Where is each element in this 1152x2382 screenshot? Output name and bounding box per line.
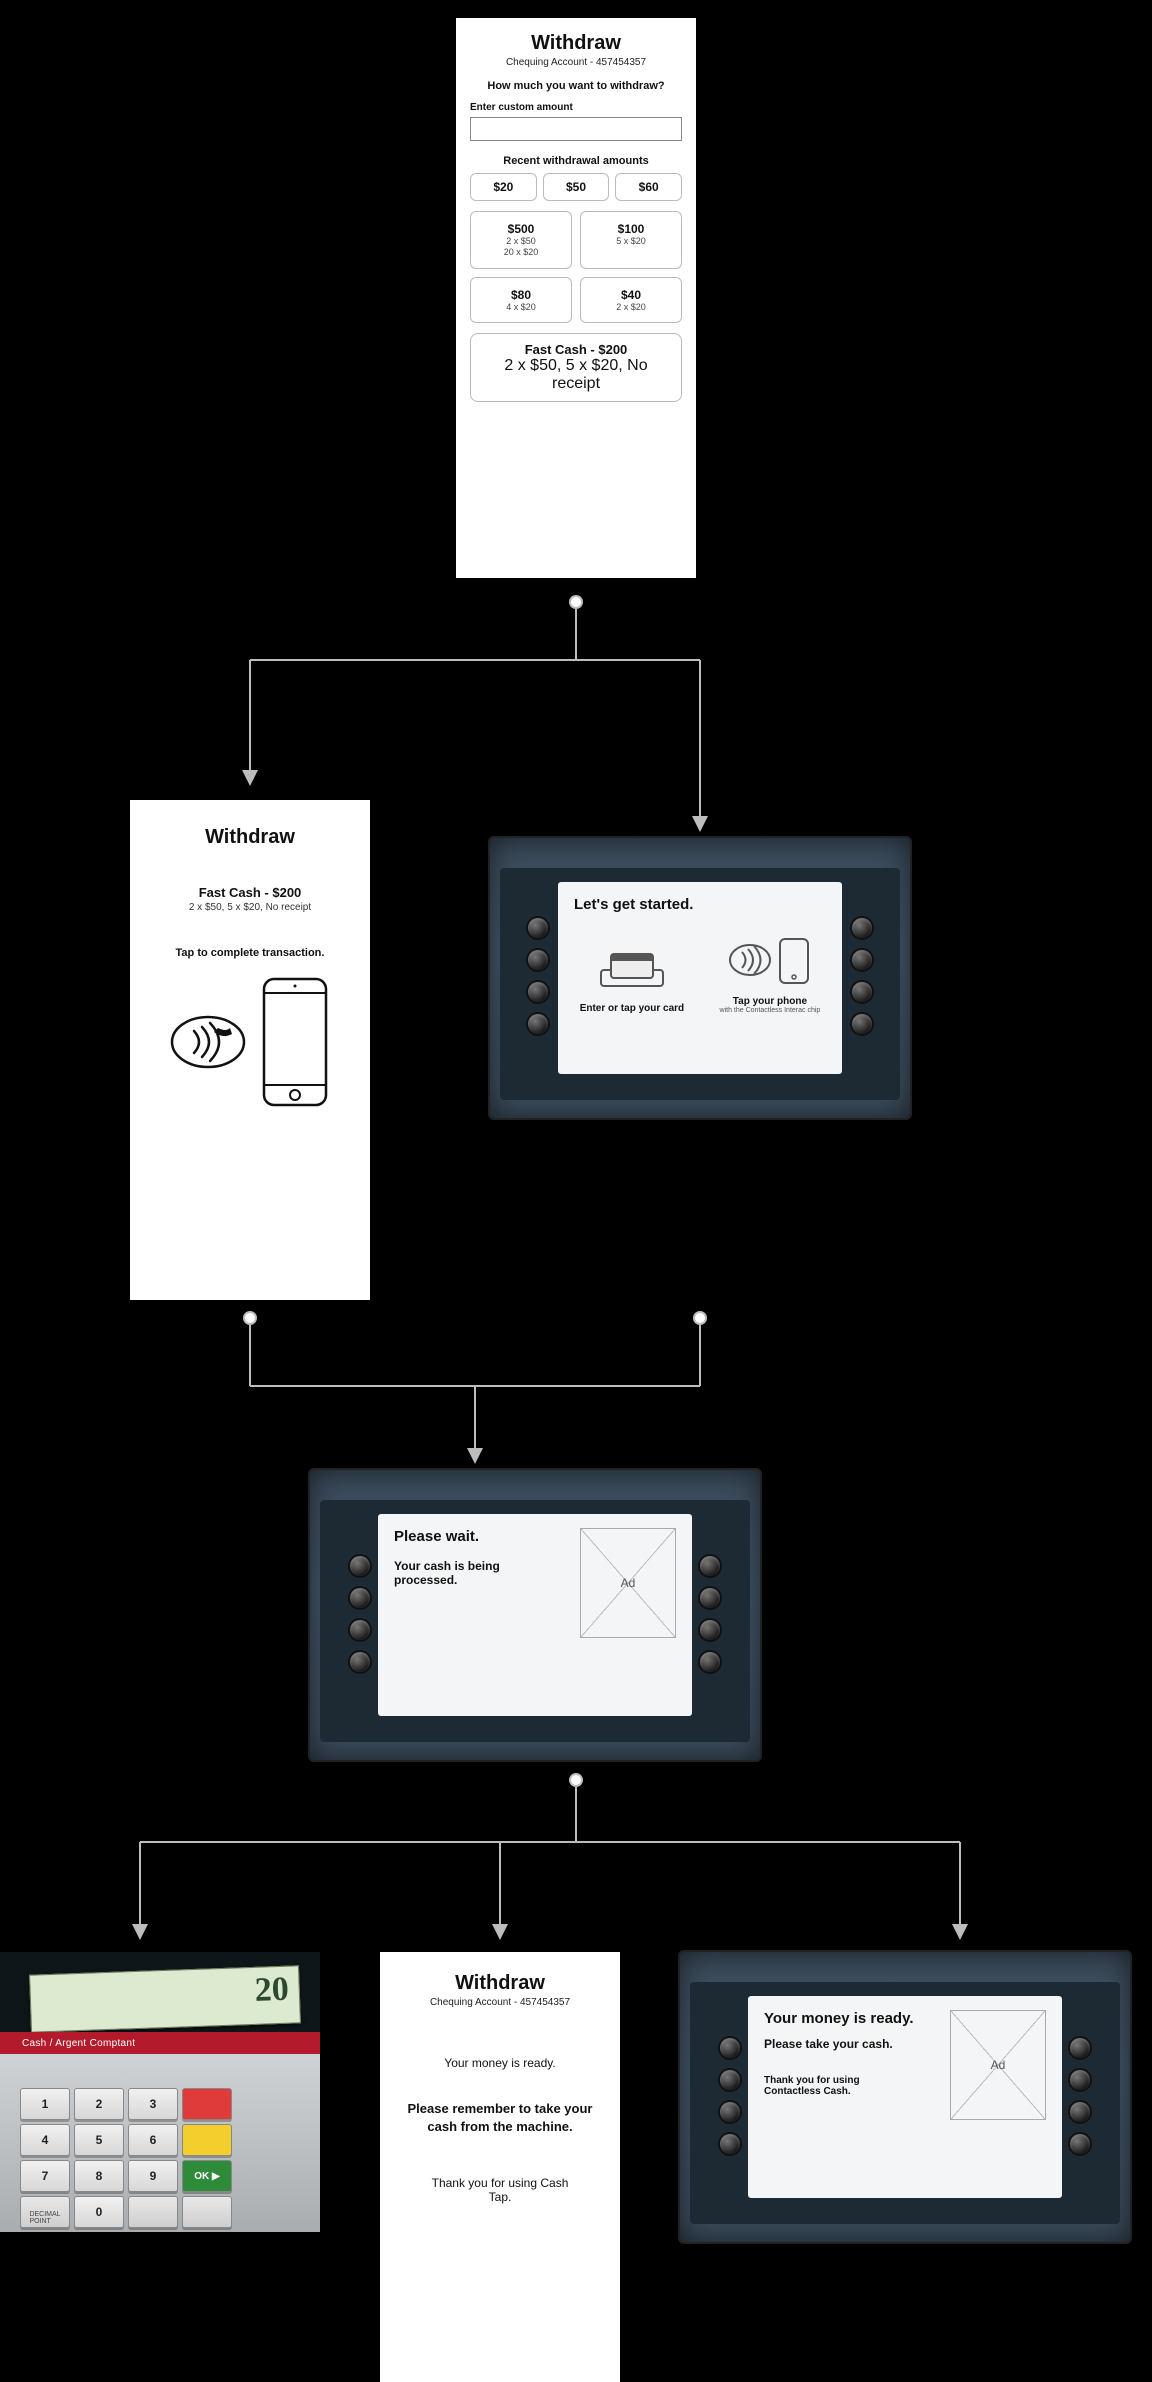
atm-please-wait: Please wait. Your cash is being processe…	[310, 1470, 760, 1760]
keypad-key[interactable]: 3	[128, 2088, 178, 2120]
fast-cash-button[interactable]: Fast Cash - $200 2 x $50, 5 x $20, No re…	[470, 333, 682, 402]
atm-side-button[interactable]	[350, 1588, 370, 1608]
contactless-icon	[170, 1015, 246, 1069]
banknote: 20	[29, 1965, 301, 2032]
withdraw-question: How much you want to withdraw?	[470, 80, 682, 92]
atm-get-started: Let's get started. Enter or tap your car…	[490, 838, 910, 1118]
atm-side-button[interactable]	[720, 2102, 740, 2122]
atm-side-button[interactable]	[700, 1652, 720, 1672]
atm-option-phone[interactable]: Tap your phone with the Contactless Inte…	[720, 935, 821, 1014]
keypad-plate: 1 2 3 4 5 6 7 8 9 OK ▶ DECIMALPOINT 0	[0, 2054, 320, 2232]
banknote-denomination: 20	[254, 1971, 289, 2010]
atm-side-button[interactable]	[350, 1620, 370, 1640]
keypad-enter[interactable]: OK ▶	[182, 2160, 232, 2192]
atm-title: Your money is ready.	[764, 2010, 936, 2027]
keypad-key[interactable]: 2	[74, 2088, 124, 2120]
atm-side-button[interactable]	[852, 982, 872, 1002]
atm-side-button[interactable]	[1070, 2102, 1090, 2122]
keypad-key[interactable]: 6	[128, 2124, 178, 2156]
atm-side-button[interactable]	[350, 1652, 370, 1672]
amount-option-button[interactable]: $500 2 x $50 20 x $20	[470, 211, 572, 269]
atm-side-button[interactable]	[528, 918, 548, 938]
tap-illustration	[144, 977, 356, 1107]
atm-body: Your cash is being processed.	[394, 1559, 534, 1587]
atm-side-button[interactable]	[1070, 2134, 1090, 2154]
atm-thanks: Thank you for using Contactless Cash.	[764, 2075, 894, 2097]
card-slot-icon	[597, 948, 667, 992]
phone-withdraw-options: Withdraw Chequing Account - 457454357 Ho…	[456, 18, 696, 578]
atm-side-button[interactable]	[700, 1620, 720, 1640]
tap-instruction: Tap to complete transaction.	[144, 947, 356, 959]
amount-option-button[interactable]: $40 2 x $20	[580, 277, 682, 324]
ad-placeholder: Ad	[950, 2010, 1046, 2120]
atm-side-button[interactable]	[1070, 2070, 1090, 2090]
atm-side-button[interactable]	[852, 950, 872, 970]
cash-dispenser-photo: 20 Cash / Argent Comptant 1 2 3 4 5 6 7 …	[0, 1952, 320, 2232]
recent-amount-button[interactable]: $50	[543, 173, 610, 201]
page-title: Withdraw	[470, 32, 682, 55]
keypad-cancel[interactable]	[182, 2088, 232, 2120]
atm-money-ready: Your money is ready. Please take your ca…	[680, 1952, 1130, 2242]
keypad-key[interactable]: 9	[128, 2160, 178, 2192]
atm-side-button[interactable]	[528, 982, 548, 1002]
atm-keypad: 1 2 3 4 5 6 7 8 9 OK ▶ DECIMALPOINT 0	[20, 2088, 232, 2228]
atm-title: Let's get started.	[574, 896, 826, 913]
keypad-key[interactable]: 4	[20, 2124, 70, 2156]
atm-side-button[interactable]	[720, 2134, 740, 2154]
atm-side-button[interactable]	[852, 918, 872, 938]
fast-cash-breakdown: 2 x $50, 5 x $20, No receipt	[144, 902, 356, 913]
atm-side-button[interactable]	[720, 2070, 740, 2090]
keypad-key[interactable]: 1	[20, 2088, 70, 2120]
fast-cash-amount: Fast Cash - $200	[144, 885, 356, 900]
keypad-key[interactable]: 5	[74, 2124, 124, 2156]
atm-side-button[interactable]	[700, 1588, 720, 1608]
ad-placeholder: Ad	[580, 1528, 676, 1638]
ready-line: Your money is ready.	[394, 2056, 606, 2070]
page-title: Withdraw	[144, 826, 356, 849]
recent-amount-button[interactable]: $20	[470, 173, 537, 201]
atm-side-button[interactable]	[350, 1556, 370, 1576]
atm-side-button[interactable]	[852, 1014, 872, 1034]
atm-side-button[interactable]	[720, 2038, 740, 2058]
custom-amount-label: Enter custom amount	[470, 102, 682, 113]
atm-side-button[interactable]	[528, 950, 548, 970]
atm-body: Please take your cash.	[764, 2037, 936, 2051]
keypad-key[interactable]: 0	[74, 2196, 124, 2228]
account-line: Chequing Account - 457454357	[470, 57, 682, 68]
amount-option-button[interactable]: $100 5 x $20	[580, 211, 682, 269]
take-cash-line: Please remember to take your cash from t…	[394, 2100, 606, 2136]
keypad-key[interactable]	[128, 2196, 178, 2228]
custom-amount-input[interactable]	[470, 117, 682, 141]
atm-option-phone-label: Tap your phone	[720, 996, 821, 1007]
recent-amount-button[interactable]: $60	[615, 173, 682, 201]
amount-option-button[interactable]: $80 4 x $20	[470, 277, 572, 324]
phone-money-ready: Withdraw Chequing Account - 457454357 Yo…	[380, 1952, 620, 2382]
atm-title: Please wait.	[394, 1528, 564, 1545]
recent-amounts-label: Recent withdrawal amounts	[470, 155, 682, 167]
thank-you-line: Thank you for using Cash Tap.	[394, 2176, 606, 2204]
cash-slot-label: Cash / Argent Comptant	[0, 2032, 320, 2054]
atm-side-button[interactable]	[528, 1014, 548, 1034]
keypad-key[interactable]: DECIMALPOINT	[20, 2196, 70, 2228]
atm-side-button[interactable]	[700, 1556, 720, 1576]
keypad-key[interactable]: 7	[20, 2160, 70, 2192]
keypad-key[interactable]	[182, 2196, 232, 2228]
phone-tap-confirm: Withdraw Fast Cash - $200 2 x $50, 5 x $…	[130, 800, 370, 1300]
keypad-key[interactable]: 8	[74, 2160, 124, 2192]
atm-option-phone-sublabel: with the Contactless Interac chip	[720, 1007, 821, 1014]
account-line: Chequing Account - 457454357	[394, 1997, 606, 2008]
page-title: Withdraw	[394, 1972, 606, 1995]
atm-option-card-label: Enter or tap your card	[580, 1003, 684, 1014]
tap-phone-icon	[728, 935, 812, 985]
keypad-clear[interactable]	[182, 2124, 232, 2156]
atm-option-card[interactable]: Enter or tap your card	[580, 948, 684, 1014]
phone-outline-icon	[260, 977, 330, 1107]
atm-side-button[interactable]	[1070, 2038, 1090, 2058]
